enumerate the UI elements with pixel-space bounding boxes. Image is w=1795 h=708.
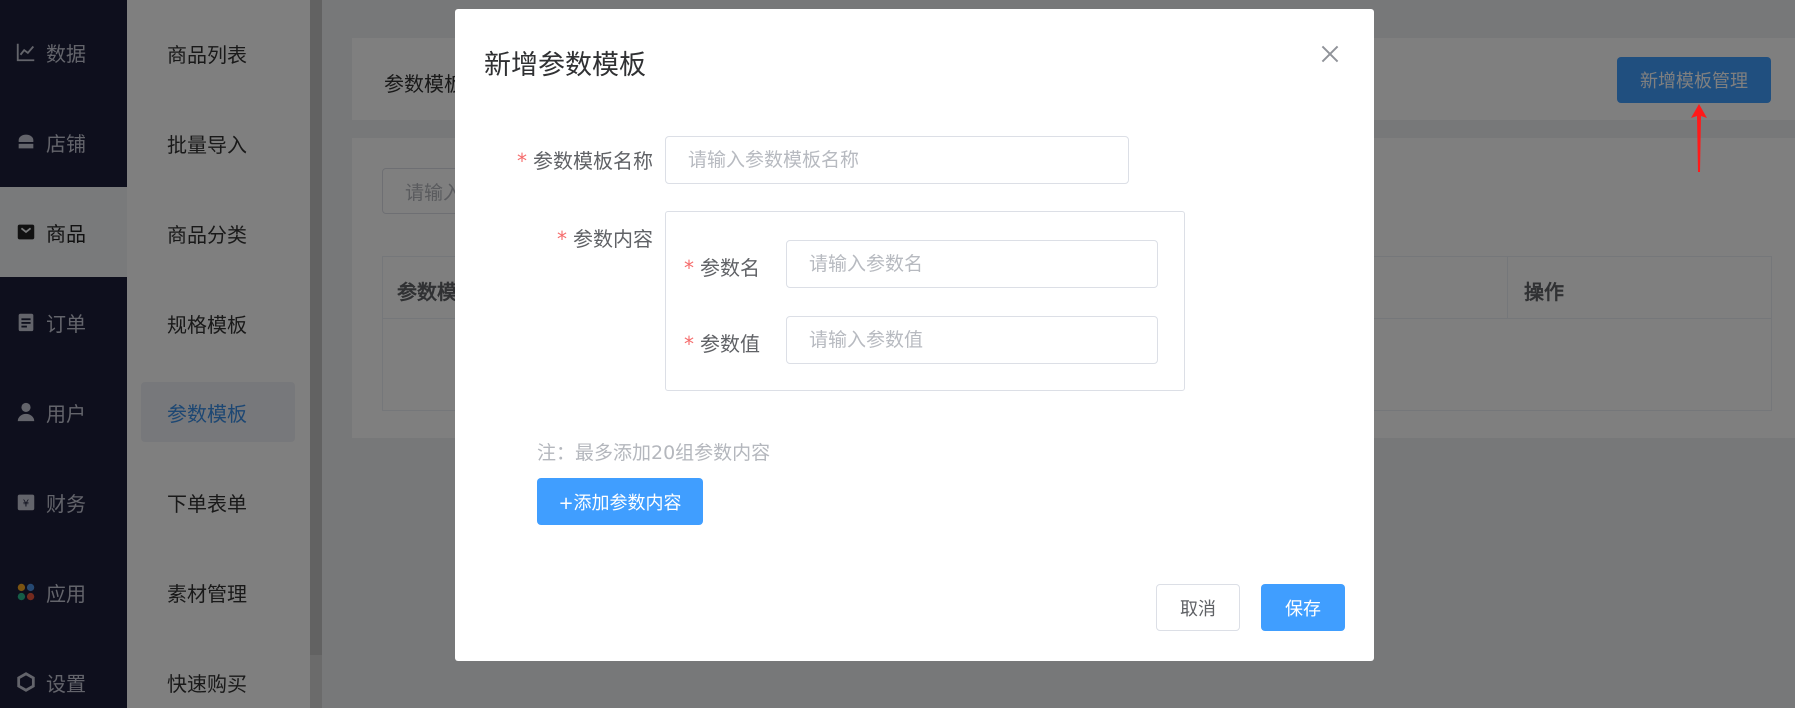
required-mark: * <box>557 227 567 251</box>
param-name-label-text: 参数名 <box>700 256 760 280</box>
param-value-label-text: 参数值 <box>700 332 760 356</box>
app-root: 数据 店铺 商品 订单 用户 ¥ <box>0 0 1795 708</box>
save-button[interactable]: 保存 <box>1261 584 1345 631</box>
close-icon[interactable] <box>1317 41 1343 67</box>
annotation-arrow-icon <box>1691 104 1707 172</box>
template-name-label: * 参数模板名称 <box>505 145 653 174</box>
required-mark: * <box>517 149 527 173</box>
param-content-group: *参数名 *参数值 <box>665 211 1185 391</box>
param-name-input[interactable] <box>786 240 1158 288</box>
param-limit-note: 注：最多添加20组参数内容 <box>537 442 771 464</box>
template-name-label-text: 参数模板名称 <box>533 149 653 173</box>
param-content-label: * 参数内容 <box>545 223 653 252</box>
add-param-content-button[interactable]: +添加参数内容 <box>537 478 703 525</box>
required-mark: * <box>684 332 694 356</box>
template-name-input[interactable] <box>665 136 1129 184</box>
param-value-label: * 参数值 <box>684 328 784 357</box>
cancel-button[interactable]: 取消 <box>1156 584 1240 631</box>
param-value-input[interactable] <box>786 316 1158 364</box>
param-name-label: * 参数名 <box>684 252 784 281</box>
required-mark: * <box>684 256 694 280</box>
add-param-template-dialog: 新增参数模板 *参数模板名称 *参数内容 *参数名 *参数值 注：最多添加20组… <box>455 9 1374 661</box>
dialog-title: 新增参数模板 <box>484 50 646 81</box>
param-content-label-text: 参数内容 <box>573 227 653 251</box>
